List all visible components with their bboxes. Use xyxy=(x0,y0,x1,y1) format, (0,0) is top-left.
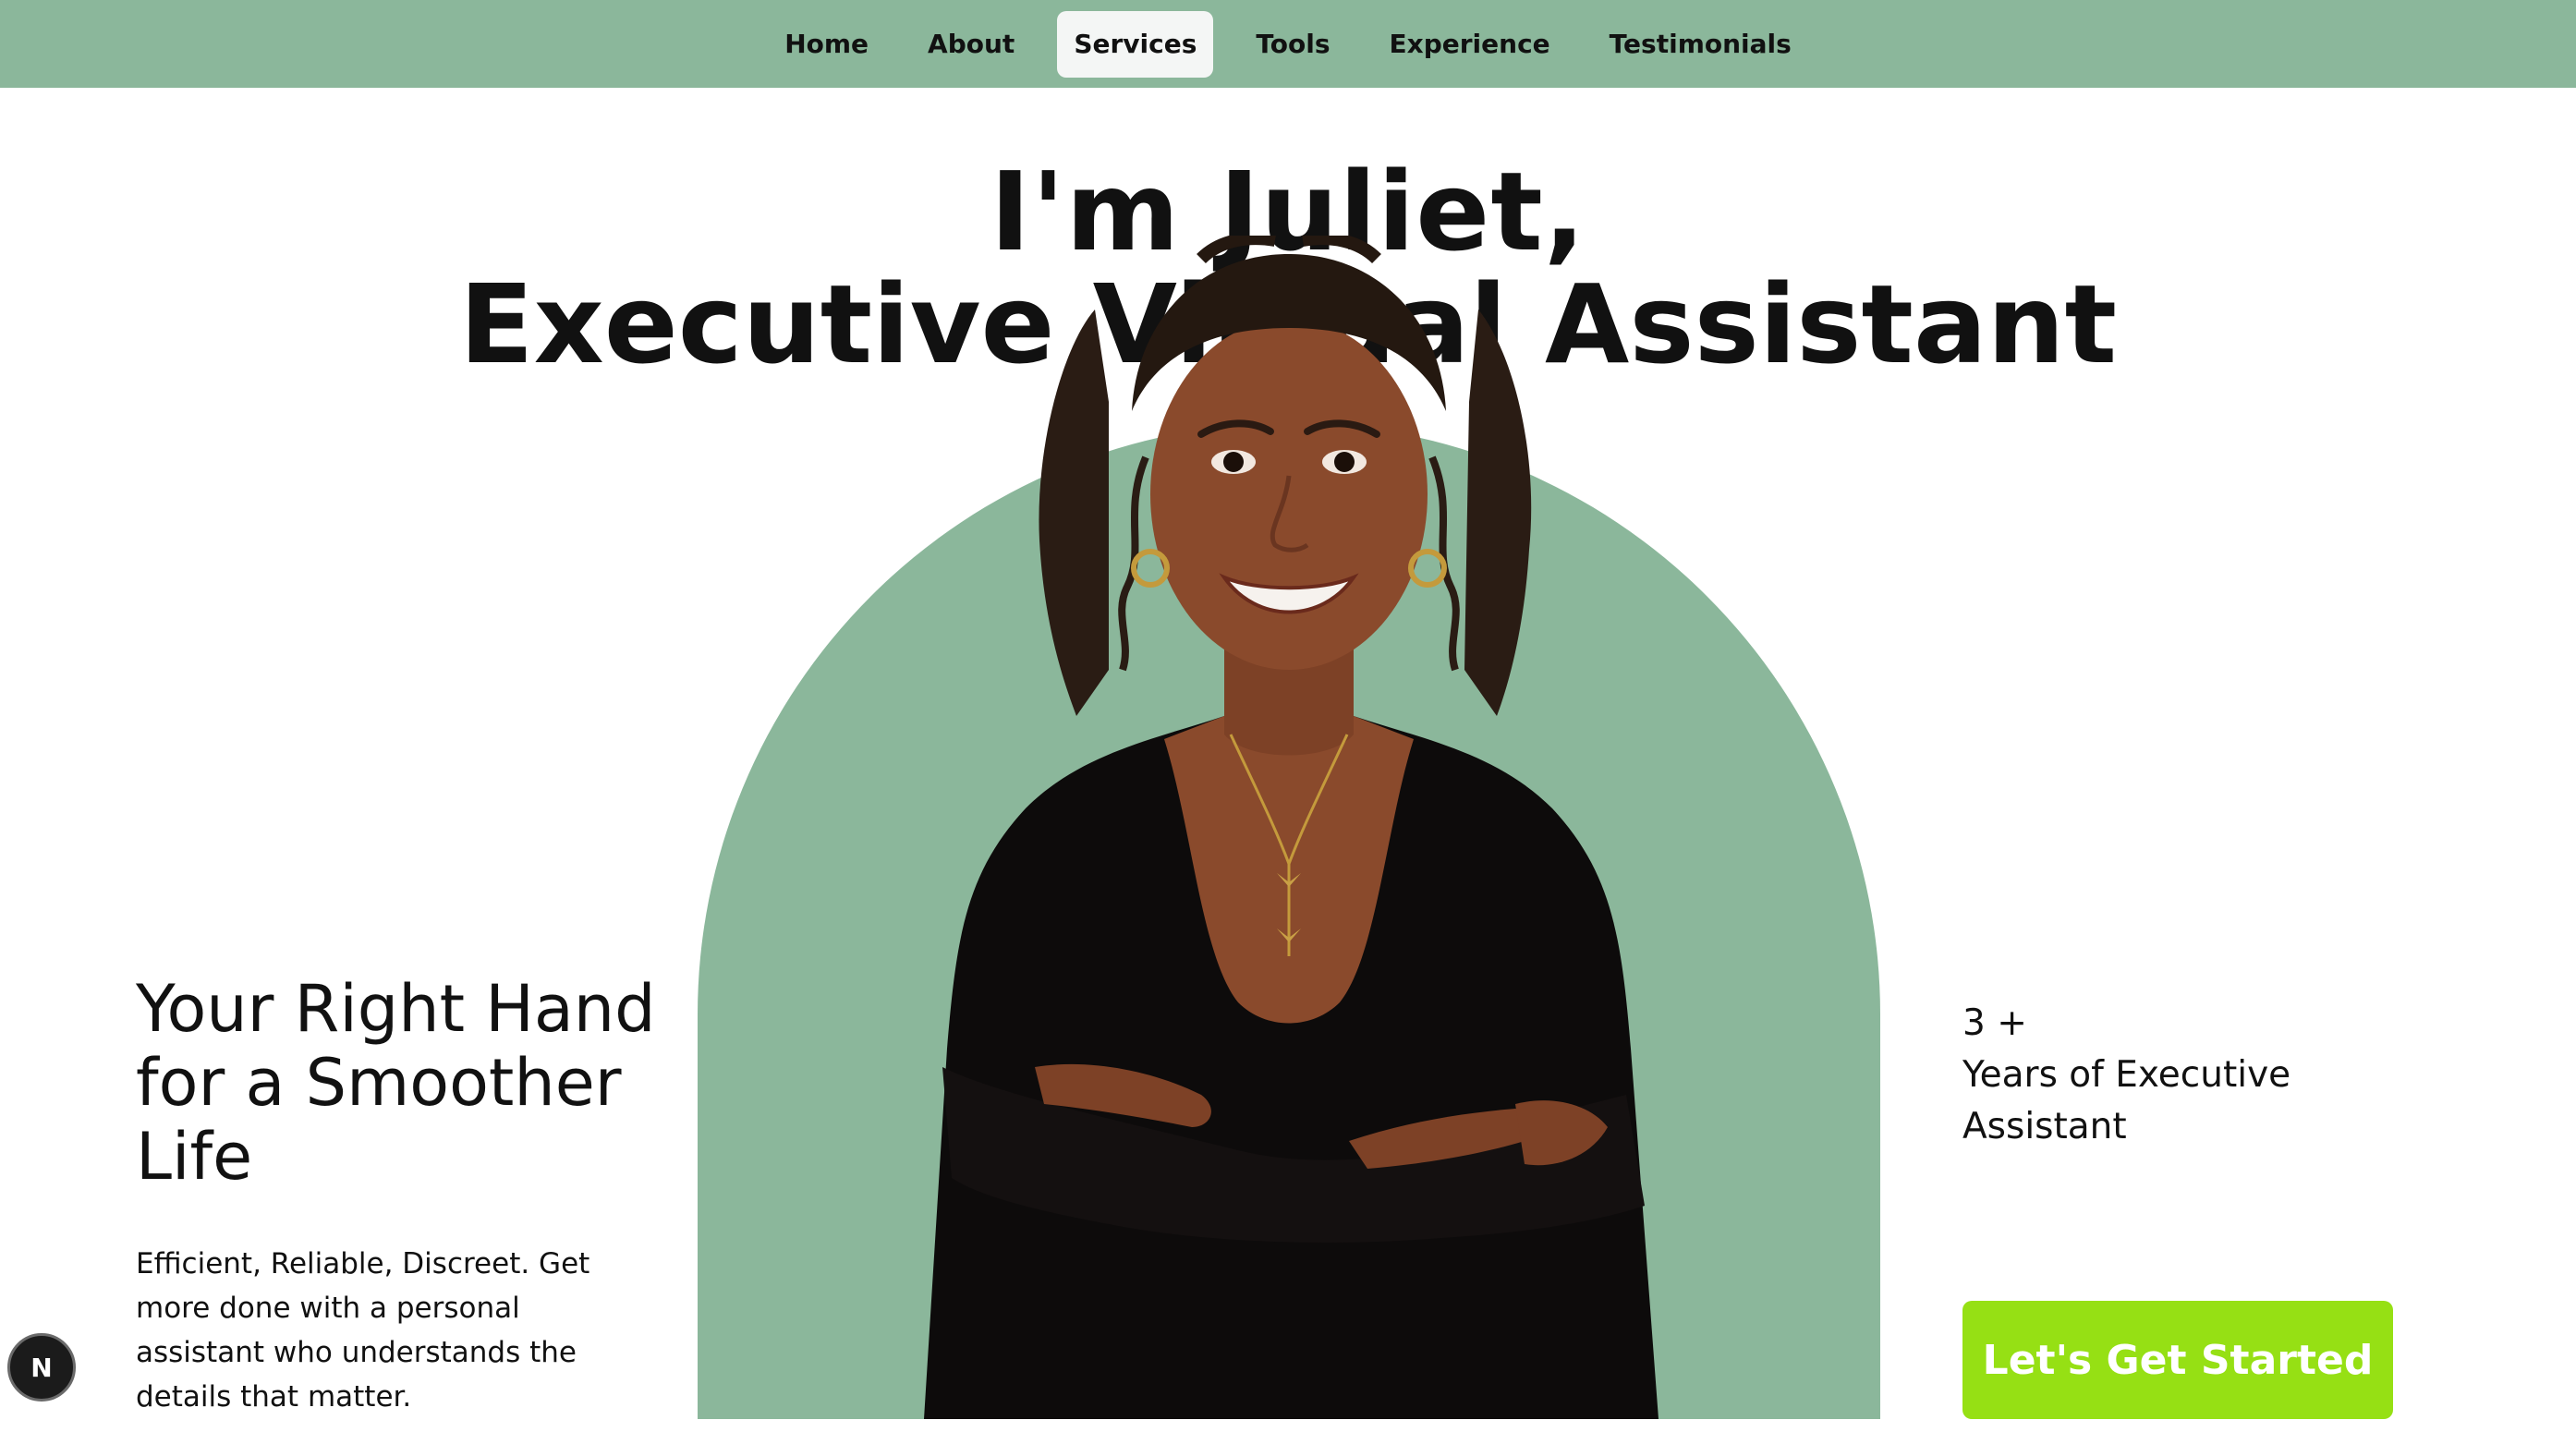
nav-item-tools[interactable]: Tools xyxy=(1239,11,1346,78)
experience-stat: 3 + Years of Executive Assistant xyxy=(1962,998,2406,1153)
page: Home About Services Tools Experience Tes… xyxy=(0,0,2576,1432)
hero-portrait xyxy=(924,236,1659,1419)
hero-tagline: Your Right Hand for a Smoother Life xyxy=(136,971,656,1195)
experience-stat-value: 3 + xyxy=(1962,1002,2027,1044)
nav-item-experience[interactable]: Experience xyxy=(1373,11,1567,78)
experience-stat-label: Years of Executive Assistant xyxy=(1962,1054,2291,1147)
top-nav: Home About Services Tools Experience Tes… xyxy=(0,0,2576,88)
nav-item-home[interactable]: Home xyxy=(768,11,885,78)
hero-intro: Efficient, Reliable, Discreet. Get more … xyxy=(136,1247,590,1414)
dev-tools-badge[interactable]: N xyxy=(7,1333,76,1402)
get-started-button[interactable]: Let's Get Started xyxy=(1962,1301,2393,1419)
nav-item-about[interactable]: About xyxy=(911,11,1031,78)
nav-item-services[interactable]: Services xyxy=(1057,10,1214,78)
nav-item-testimonials[interactable]: Testimonials xyxy=(1593,11,1808,78)
